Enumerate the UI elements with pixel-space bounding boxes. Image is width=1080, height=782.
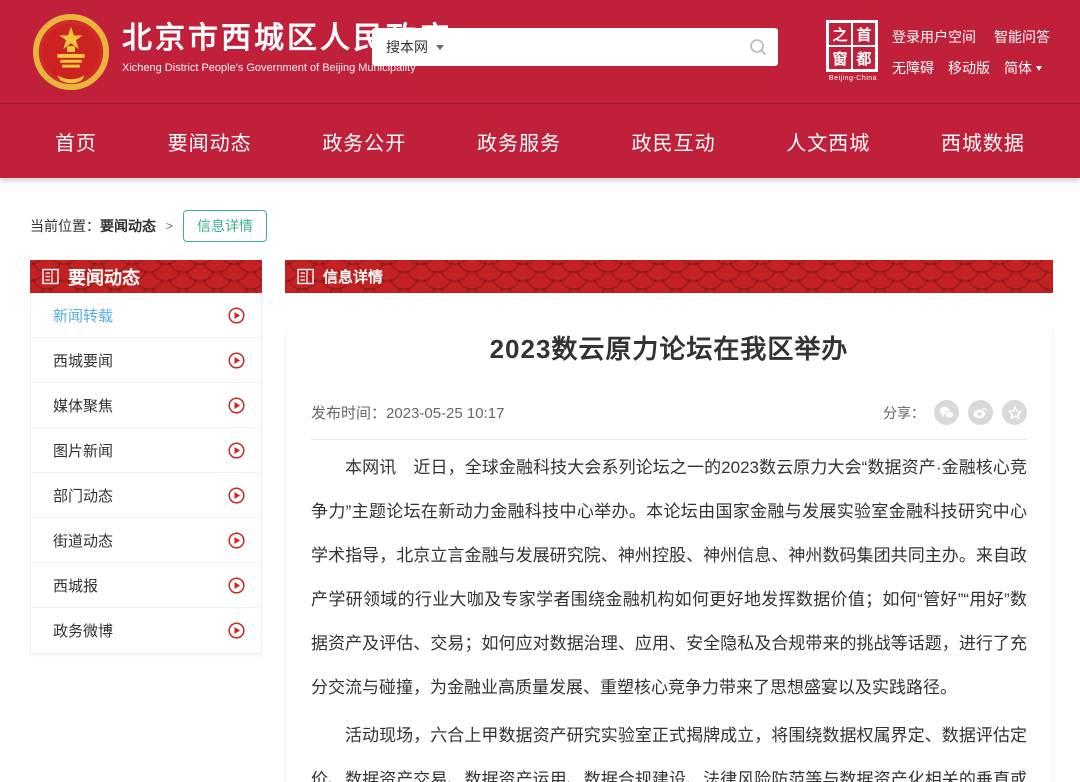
logo-caption: Beijing-China: [826, 75, 880, 82]
sidebar-item-xicheng-news[interactable]: 西城要闻: [31, 338, 261, 383]
capital-window-logo[interactable]: 之 首 窗 都 Beijing-China: [826, 20, 880, 82]
chevron-down-icon: [436, 45, 444, 50]
nav-item-gov-services[interactable]: 政务服务: [477, 127, 561, 156]
top-banner: 北京市西城区人民政府 Xicheng District People's Gov…: [0, 0, 1080, 104]
sidebar-list: 新闻转载 西城要闻 媒体聚焦 图片新闻 部门动态 街道动态: [30, 293, 262, 654]
publish-time-label: 发布时间：: [311, 405, 386, 422]
favorite-star-icon: [1008, 406, 1022, 420]
play-circle-icon: [228, 442, 245, 459]
nav-item-culture[interactable]: 人文西城: [786, 127, 870, 156]
mobile-version-link[interactable]: 移动版: [948, 58, 990, 78]
share-weibo-button[interactable]: [968, 400, 993, 425]
content-panel: 信息详情 2023数云原力论坛在我区举办 发布时间：2023-05-25 10:…: [285, 260, 1053, 782]
sidebar-item-department-news[interactable]: 部门动态: [31, 473, 261, 518]
article-paragraph: 活动现场，六合上甲数据资产研究实验室正式揭牌成立，将围绕数据权属界定、数据评估定…: [311, 714, 1027, 782]
sidebar-item-label: 政务微博: [53, 620, 113, 641]
nav-item-gov-disclosure[interactable]: 政务公开: [322, 127, 406, 156]
content-panel-header: 信息详情: [285, 260, 1053, 293]
sidebar-item-label: 西城要闻: [53, 350, 113, 371]
search-scope-dropdown[interactable]: 搜本网: [372, 37, 458, 57]
sidebar-item-label: 图片新闻: [53, 440, 113, 461]
utility-links-row1: 登录用户空间 智能问答: [892, 27, 1050, 47]
share-wechat-button[interactable]: [934, 400, 959, 425]
simplified-chinese-link[interactable]: 简体: [1004, 58, 1042, 78]
play-circle-icon: [228, 352, 245, 369]
weibo-icon: [973, 406, 988, 419]
sidebar: 要闻动态 新闻转载 西城要闻 媒体聚焦 图片新闻 部门动态: [30, 260, 262, 654]
share-label: 分享：: [883, 403, 925, 423]
sidebar-item-label: 部门动态: [53, 485, 113, 506]
main-nav: 首页 要闻动态 政务公开 政务服务 政民互动 人文西城 西城数据: [0, 104, 1080, 178]
utility-links-row2: 无障碍 移动版 简体: [892, 58, 1050, 78]
sidebar-item-label: 新闻转载: [53, 305, 113, 326]
publish-time-value: 2023-05-25 10:17: [386, 405, 504, 422]
nav-item-home[interactable]: 首页: [55, 127, 97, 156]
capital-window-grid: 之 首 窗 都: [826, 20, 878, 72]
play-circle-icon: [228, 307, 245, 324]
sidebar-item-gov-weibo[interactable]: 政务微博: [31, 608, 261, 653]
sidebar-item-media-focus[interactable]: 媒体聚焦: [31, 383, 261, 428]
logo-char: 都: [852, 46, 876, 70]
nav-item-data[interactable]: 西城数据: [941, 127, 1025, 156]
article-title: 2023数云原力论坛在我区举办: [311, 329, 1027, 366]
article-meta-row: 发布时间：2023-05-25 10:17 分享：: [311, 400, 1027, 440]
sidebar-item-label: 街道动态: [53, 530, 113, 551]
search-input[interactable]: [458, 28, 738, 66]
logo-char: 窗: [828, 46, 852, 70]
national-emblem-logo: [32, 13, 110, 91]
search-button[interactable]: [738, 28, 778, 66]
wechat-icon: [939, 406, 954, 419]
sidebar-item-label: 西城报: [53, 575, 98, 596]
article-paragraph: 本网讯 近日，全球金融科技大会系列论坛之一的2023数云原力大会“数据资产·金融…: [311, 446, 1027, 710]
news-doc-icon: [42, 268, 59, 285]
breadcrumb-separator: >: [166, 219, 173, 233]
breadcrumb-label: 当前位置：: [30, 216, 100, 236]
sidebar-title: 要闻动态: [68, 264, 140, 290]
simplified-chinese-label: 简体: [1004, 58, 1032, 78]
logo-char: 之: [828, 22, 852, 46]
main-area: 要闻动态 新闻转载 西城要闻 媒体聚焦 图片新闻 部门动态: [0, 260, 1080, 782]
sidebar-item-news-repost[interactable]: 新闻转载: [31, 293, 261, 338]
article-body: 本网讯 近日，全球金融科技大会系列论坛之一的2023数云原力大会“数据资产·金融…: [311, 446, 1027, 782]
logo-char: 首: [852, 22, 876, 46]
sidebar-item-label: 媒体聚焦: [53, 395, 113, 416]
login-user-space-link[interactable]: 登录用户空间: [892, 27, 976, 47]
play-circle-icon: [228, 532, 245, 549]
play-circle-icon: [228, 577, 245, 594]
sidebar-item-street-news[interactable]: 街道动态: [31, 518, 261, 563]
search-scope-label: 搜本网: [386, 37, 428, 57]
utility-links: 登录用户空间 智能问答 无障碍 移动版 简体: [892, 27, 1050, 89]
breadcrumb: 当前位置： 要闻动态 > 信息详情: [30, 210, 1080, 242]
nav-item-news[interactable]: 要闻动态: [168, 127, 252, 156]
article: 2023数云原力论坛在我区举办 发布时间：2023-05-25 10:17 分享…: [285, 329, 1053, 782]
publish-time: 发布时间：2023-05-25 10:17: [311, 402, 504, 423]
sidebar-item-xicheng-paper[interactable]: 西城报: [31, 563, 261, 608]
search-icon: [749, 38, 767, 56]
chevron-down-icon: [1036, 66, 1042, 71]
share-widget: 分享：: [883, 400, 1027, 425]
smart-qa-link[interactable]: 智能问答: [994, 27, 1050, 47]
sidebar-item-photo-news[interactable]: 图片新闻: [31, 428, 261, 473]
news-doc-icon: [297, 268, 314, 285]
search-bar[interactable]: 搜本网: [372, 28, 778, 66]
nav-item-interaction[interactable]: 政民互动: [632, 127, 716, 156]
play-circle-icon: [228, 487, 245, 504]
play-circle-icon: [228, 622, 245, 639]
accessibility-link[interactable]: 无障碍: [892, 58, 934, 78]
play-circle-icon: [228, 397, 245, 414]
breadcrumb-section-link[interactable]: 要闻动态: [100, 216, 156, 236]
share-favorite-button[interactable]: [1002, 400, 1027, 425]
sidebar-header: 要闻动态: [30, 260, 262, 293]
breadcrumb-current-badge[interactable]: 信息详情: [183, 210, 267, 242]
content-panel-title: 信息详情: [323, 266, 383, 287]
